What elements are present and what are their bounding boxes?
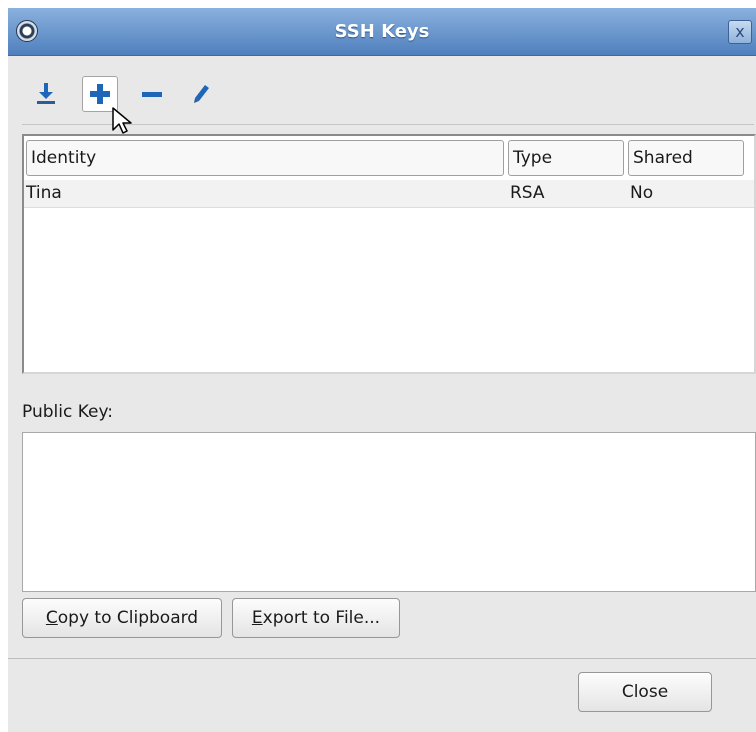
- edit-icon: [194, 85, 209, 103]
- remove-key-button[interactable]: [134, 76, 170, 112]
- export-button-label: xport to File...: [262, 608, 381, 628]
- cell-identity: Tina: [26, 183, 62, 203]
- column-header-type[interactable]: Type: [508, 140, 624, 176]
- copy-to-clipboard-button[interactable]: Copy to Clipboard: [22, 598, 222, 638]
- remove-icon: [142, 92, 162, 97]
- mouse-pointer-icon: [112, 107, 132, 134]
- cell-type: RSA: [510, 183, 545, 203]
- import-button[interactable]: [28, 76, 64, 112]
- export-button-mnemonic: E: [251, 608, 263, 628]
- table-row[interactable]: Tina RSA No: [24, 180, 754, 208]
- window-title: SSH Keys: [334, 21, 430, 42]
- export-to-file-button[interactable]: Export to File...: [232, 598, 400, 638]
- public-key-text-area[interactable]: [22, 432, 756, 592]
- ssh-keys-window: SSH Keys x Identity Type Shared Tina RSA…: [8, 8, 756, 732]
- title-bar[interactable]: SSH Keys x: [8, 8, 756, 56]
- window-close-button[interactable]: x: [728, 20, 752, 44]
- cell-shared: No: [630, 183, 654, 203]
- ssh-keys-table[interactable]: Identity Type Shared Tina RSA No: [22, 134, 756, 374]
- close-button[interactable]: Close: [578, 672, 712, 712]
- column-header-shared[interactable]: Shared: [628, 140, 744, 176]
- copy-button-mnemonic: C: [45, 608, 58, 628]
- import-icon: [37, 83, 55, 104]
- copy-button-label: opy to Clipboard: [57, 608, 199, 628]
- footer-separator: [8, 658, 756, 659]
- public-key-label: Public Key:: [22, 402, 114, 422]
- column-header-identity[interactable]: Identity: [26, 140, 504, 176]
- edit-key-button[interactable]: [184, 76, 220, 112]
